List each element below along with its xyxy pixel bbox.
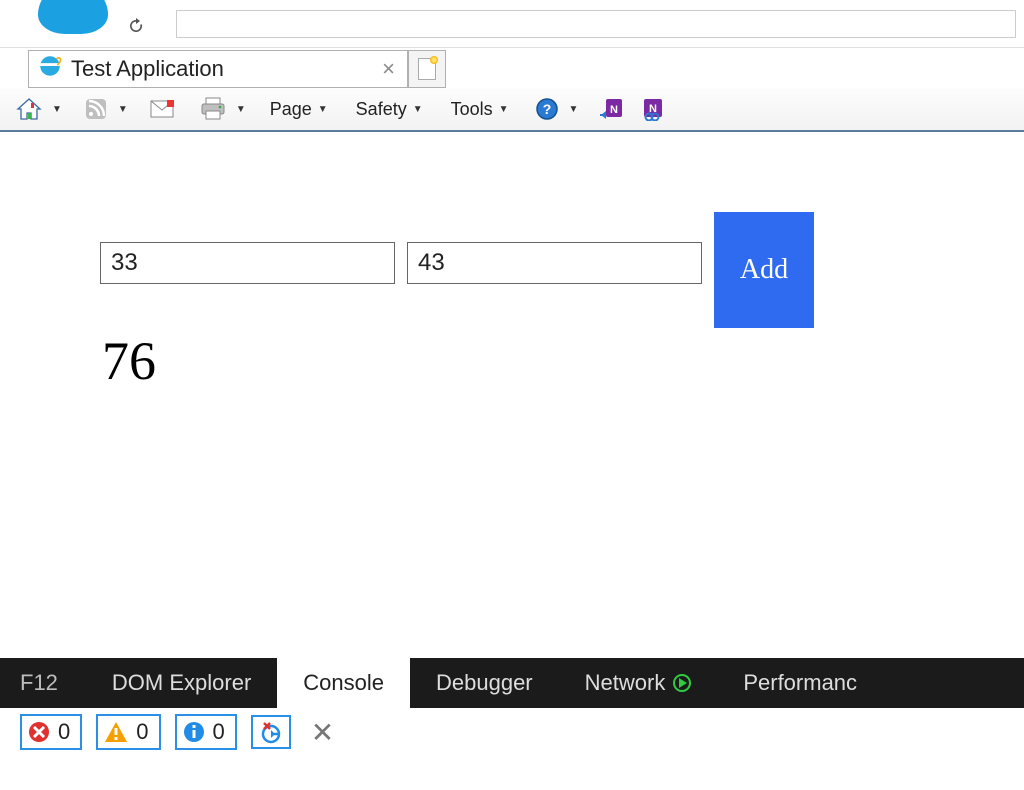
console-warnings-filter[interactable]: 0 xyxy=(96,714,160,750)
tab-strip: Test Application × xyxy=(0,48,1024,88)
safety-menu[interactable]: Safety ▼ xyxy=(350,97,427,122)
print-button[interactable] xyxy=(196,95,230,123)
refresh-icon[interactable] xyxy=(128,18,144,34)
svg-text:?: ? xyxy=(542,101,551,117)
console-clear-on-nav-button[interactable] xyxy=(251,715,291,749)
address-input[interactable] xyxy=(176,10,1016,38)
devtools-tab-performance[interactable]: Performanc xyxy=(717,658,883,708)
console-info-filter[interactable]: 0 xyxy=(175,714,237,750)
help-dropdown[interactable]: ▼ xyxy=(569,104,579,115)
tab-title: Test Application xyxy=(71,56,224,82)
network-record-icon xyxy=(673,674,691,692)
browser-globe-icon xyxy=(38,0,108,34)
devtools-tab-bar: F12 DOM Explorer Console Debugger Networ… xyxy=(0,658,1024,708)
tools-menu[interactable]: Tools ▼ xyxy=(445,97,513,122)
browser-toolbar: ▼ ▼ ▼ Page ▼ Safety ▼ xyxy=(0,88,1024,132)
page-menu[interactable]: Page ▼ xyxy=(264,97,332,122)
onenote-send-button[interactable]: N xyxy=(596,95,630,123)
devtools-tab-network[interactable]: Network xyxy=(559,658,718,708)
devtools-tab-dom-explorer[interactable]: DOM Explorer xyxy=(86,658,277,708)
feeds-button[interactable] xyxy=(80,95,112,123)
console-errors-filter[interactable]: 0 xyxy=(20,714,82,750)
tab-close-icon[interactable]: × xyxy=(378,58,399,80)
devtools-tab-console[interactable]: Console xyxy=(277,658,410,708)
console-errors-count: 0 xyxy=(58,719,70,745)
console-info-count: 0 xyxy=(213,719,225,745)
devtools-tab-debugger[interactable]: Debugger xyxy=(410,658,559,708)
onenote-link-button[interactable]: N xyxy=(636,95,670,123)
tab-test-application[interactable]: Test Application × xyxy=(28,50,408,88)
operand-2-input[interactable] xyxy=(407,242,702,284)
help-button[interactable]: ? xyxy=(531,95,563,123)
devtools-f12-label: F12 xyxy=(0,658,86,708)
console-clear-button[interactable]: ✕ xyxy=(305,716,340,749)
svg-text:N: N xyxy=(610,104,618,116)
new-tab-icon xyxy=(418,58,436,80)
print-dropdown[interactable]: ▼ xyxy=(236,104,246,115)
page-content: Add 76 xyxy=(0,132,1024,652)
result-text: 76 xyxy=(102,330,924,392)
home-button[interactable] xyxy=(12,95,46,123)
devtools-panel: F12 DOM Explorer Console Debugger Networ… xyxy=(0,658,1024,756)
mail-button[interactable] xyxy=(146,98,178,120)
address-bar xyxy=(0,0,1024,48)
input-row: Add xyxy=(100,242,924,328)
console-toolbar: 0 0 0 ✕ xyxy=(0,708,1024,756)
ie-logo-icon xyxy=(37,53,63,85)
console-warnings-count: 0 xyxy=(136,719,148,745)
new-tab-button[interactable] xyxy=(408,50,446,88)
operand-1-input[interactable] xyxy=(100,242,395,284)
home-dropdown[interactable]: ▼ xyxy=(52,104,62,115)
add-button[interactable]: Add xyxy=(714,212,814,328)
feeds-dropdown[interactable]: ▼ xyxy=(118,104,128,115)
